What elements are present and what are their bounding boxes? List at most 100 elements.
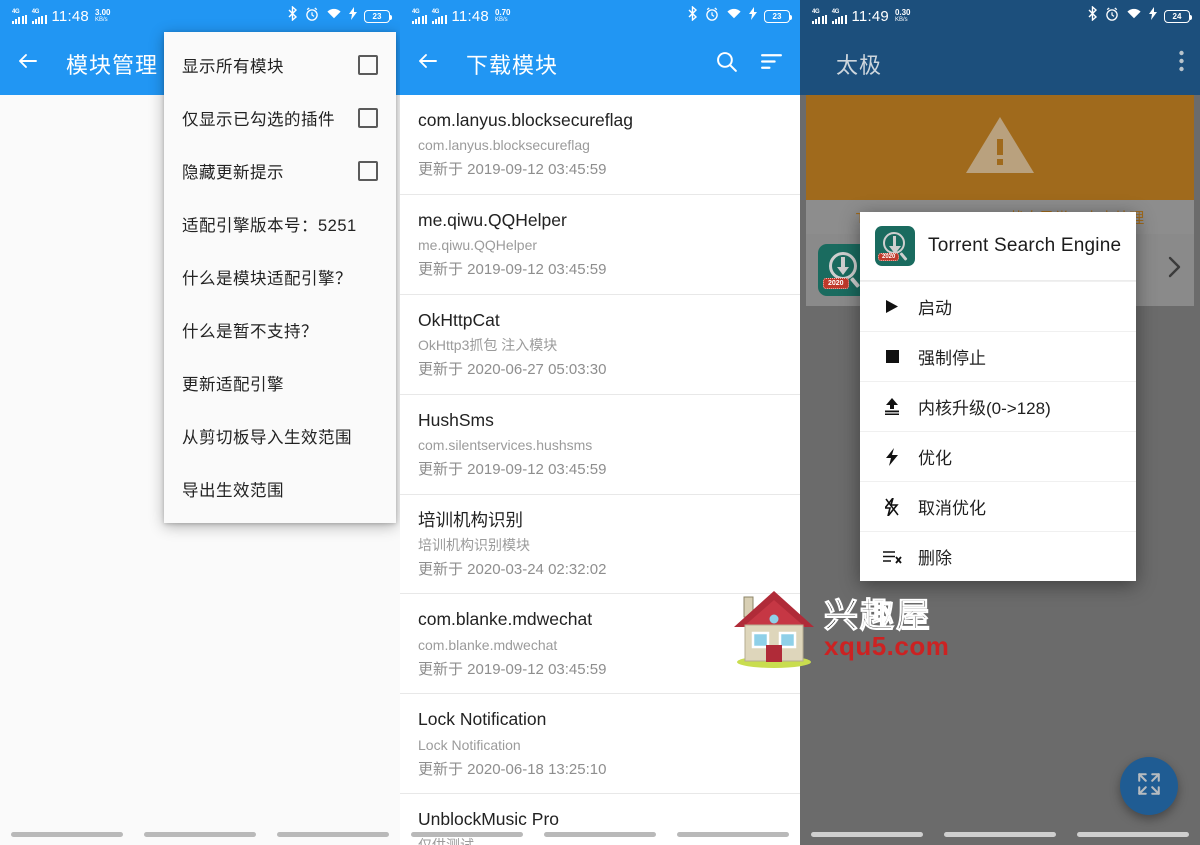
menu-item-label: 取消优化 [918,499,986,518]
module-list[interactable]: com.lanyus.blocksecureflag com.lanyus.bl… [400,95,800,845]
fullscreen-fab[interactable] [1120,757,1178,815]
battery-icon: 23 [364,9,393,23]
page-title: 下载模块 [466,52,559,78]
alarm-icon [305,6,319,26]
menu-item-label: 强制停止 [918,349,986,368]
signal-icon-sim2: 4G [31,9,47,24]
module-title: com.lanyus.blocksecureflag [418,110,633,130]
status-left: 4G 4G 11:48 3.00 KB/s [12,8,111,25]
sort-icon[interactable] [759,49,784,79]
network-speed: 3.00 KB/s [94,7,111,24]
app-bar-actions [714,49,784,79]
list-item[interactable]: HushSms com.silentservices.hushsms 更新于 2… [400,395,800,495]
list-item[interactable]: me.qiwu.QQHelper me.qiwu.QQHelper 更新于 20… [400,195,800,295]
status-clock: 11:48 [51,7,89,25]
menu-item-engine-version[interactable]: 适配引擎版本号：5251 [164,197,396,250]
search-icon[interactable] [714,49,739,79]
menu-item-optimize[interactable]: 优化 [860,431,1136,481]
menu-item-force-stop[interactable]: 强制停止 [860,331,1136,381]
signal-icon-sim1: 4G [812,9,827,24]
menu-item-label: 删除 [918,549,952,568]
menu-item-hide-update-tip[interactable]: 隐藏更新提示 [164,144,396,197]
more-vertical-icon[interactable] [1179,50,1184,77]
battery-icon: 23 [764,9,793,23]
network-speed: 0.70 KB/s [494,7,511,24]
bluetooth-icon [1087,5,1098,26]
house-logo [728,583,820,674]
status-bar: 4G 4G 11:48 3.00 KB/s 23 [0,0,400,32]
context-menu-app-name: Torrent Search Engine [928,235,1122,256]
wifi-icon [1126,7,1142,25]
menu-item-show-checked-only[interactable]: 仅显示已勾选的插件 [164,91,396,144]
charging-icon [349,7,357,25]
module-title: HushSms [418,409,494,430]
module-updated: 更新于 2019-09-12 03:45:59 [418,161,607,179]
list-item[interactable]: UnblockMusic Pro 仅供测试 更新于 2020-07-11 16:… [400,794,800,845]
module-desc: OkHttp3抓包 注入模块 [418,337,558,354]
menu-item-cancel-optimize[interactable]: 取消优化 [860,481,1136,531]
app-bar: 下载模块 [400,32,800,95]
module-title: Lock Notification [418,709,547,730]
menu-item-delete[interactable]: 删除 [860,531,1136,581]
bolt-off-icon [882,497,902,516]
checkbox-hide-update-tip[interactable] [358,160,378,181]
app-bar: 太极 [800,32,1200,95]
status-right: 24 [1087,5,1193,26]
signal-icon-sim1: 4G [12,9,27,24]
menu-item-what-is-unsupported[interactable]: 什么是暂不支持？ [164,303,396,356]
status-right: 23 [287,5,393,26]
warning-banner[interactable] [806,95,1194,200]
status-clock: 11:49 [851,7,889,25]
back-icon[interactable] [416,49,440,78]
wifi-icon [326,7,342,25]
menu-item-what-is-engine[interactable]: 什么是模块适配引擎？ [164,250,396,303]
list-item[interactable]: OkHttpCat OkHttp3抓包 注入模块 更新于 2020-06-27 … [400,295,800,395]
context-menu-header: 2020 Torrent Search Engine [860,212,1136,280]
menu-item-kernel-upgrade[interactable]: 内核升级(0->128) [860,381,1136,431]
alarm-icon [705,6,719,26]
list-item[interactable]: com.lanyus.blocksecureflag com.lanyus.bl… [400,95,800,195]
menu-item-export-scope[interactable]: 导出生效范围 [164,462,396,515]
wifi-icon [726,7,742,25]
bluetooth-icon [287,5,298,26]
signal-icon-sim1: 4G [412,9,427,24]
checkbox-show-all-modules[interactable] [358,54,378,75]
app-context-menu: 2020 Torrent Search Engine 启动 强制停止 内核升级(… [860,212,1136,581]
alarm-icon [1105,6,1119,26]
module-title: 培训机构识别 [418,509,523,530]
back-icon[interactable] [16,49,40,78]
bolt-icon [882,447,902,466]
battery-icon: 24 [1164,9,1193,23]
status-clock: 11:48 [451,7,489,25]
status-bar: 4G 4G 11:48 0.70 KB/s 23 [400,0,800,32]
signal-icon-sim2: 4G [831,9,847,24]
list-item[interactable]: 培训机构识别 培训机构识别模块 更新于 2020-03-24 02:32:02 [400,495,800,595]
module-updated: 更新于 2020-03-24 02:32:02 [418,560,607,578]
menu-item-start[interactable]: 启动 [860,281,1136,331]
fullscreen-icon [1136,771,1162,802]
list-item[interactable]: Lock Notification Lock Notification 更新于 … [400,694,800,795]
module-desc: 培训机构识别模块 [418,536,530,553]
page-title: 太极 [836,52,883,78]
status-bar: 4G 4G 11:49 0.30 KB/s 24 [800,0,1200,32]
watermark-title: 兴趣屋 [823,596,932,635]
bluetooth-icon [687,5,698,26]
page-title: 模块管理 [66,52,159,78]
status-left: 4G 4G 11:49 0.30 KB/s [812,8,911,25]
chevron-right-icon[interactable] [1167,255,1182,285]
menu-item-import-scope[interactable]: 从剪切板导入生效范围 [164,409,396,462]
play-icon [882,299,902,314]
watermark-url: xqu5.com [824,630,950,661]
module-updated: 更新于 2020-06-27 05:03:30 [418,361,607,379]
menu-item-show-all-modules[interactable]: 显示所有模块 [164,38,396,91]
menu-item-label: 内核升级(0->128) [918,399,1051,418]
checkbox-show-checked-only[interactable] [358,107,378,128]
status-right: 23 [687,5,793,26]
watermark-text: 兴趣屋 xqu5.com [823,596,950,661]
menu-item-label: 优化 [918,449,952,468]
menu-item-label: 启动 [918,299,952,318]
warning-triangle-icon [963,113,1037,182]
module-title: OkHttpCat [418,309,500,330]
panel-module-manager: 4G 4G 11:48 3.00 KB/s 23 模块管理 显示所有模块 仅显示… [0,0,400,845]
menu-item-update-engine[interactable]: 更新适配引擎 [164,356,396,409]
